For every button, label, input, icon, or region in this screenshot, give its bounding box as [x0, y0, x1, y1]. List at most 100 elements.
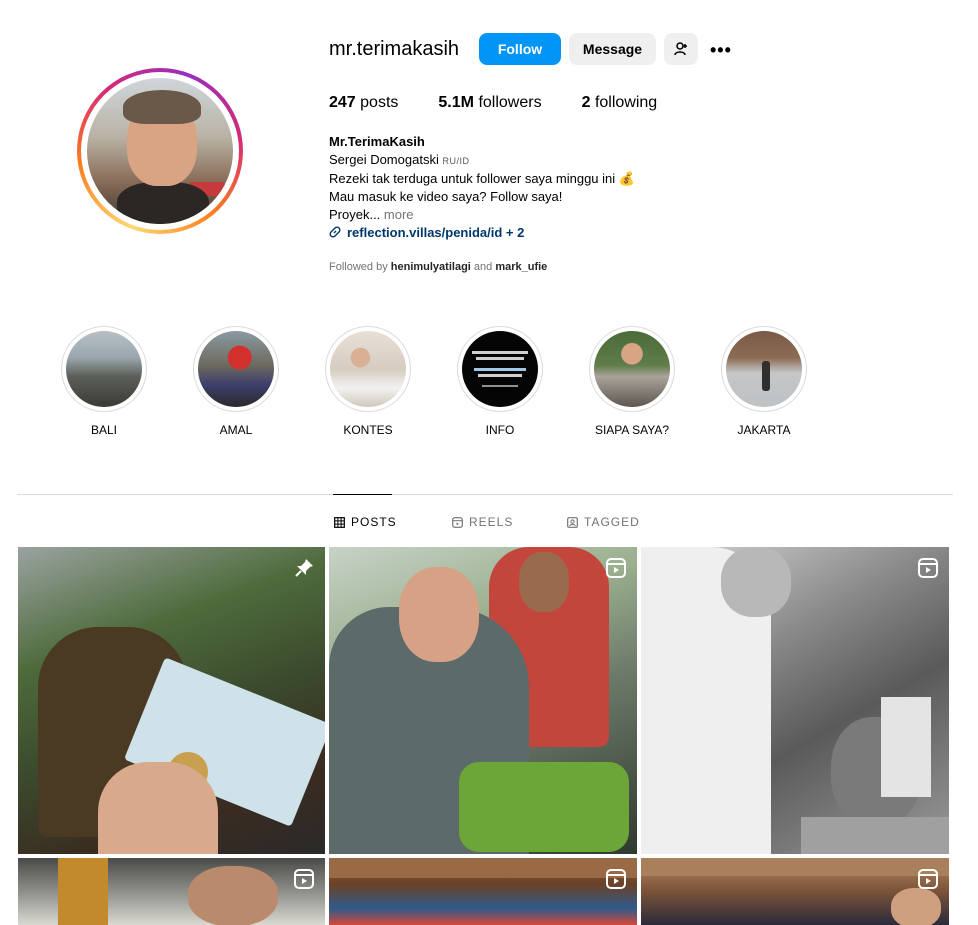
post-tile[interactable]	[329, 858, 637, 925]
highlight-ring	[61, 326, 147, 412]
highlight-cover	[198, 331, 274, 407]
bio-line-2: Rezeki tak terduga untuk follower saya m…	[329, 171, 635, 187]
highlight-info[interactable]: INFO	[457, 326, 543, 437]
cover-text-line	[474, 368, 526, 371]
active-tab-indicator	[333, 494, 392, 495]
post-tile[interactable]	[641, 547, 949, 854]
avatar-border	[81, 72, 239, 230]
highlight-label: JAKARTA	[737, 423, 791, 437]
reel-icon	[606, 869, 626, 889]
cover-text-line	[472, 351, 528, 354]
avatar-hair	[123, 90, 201, 124]
bio-line-1: Sergei Domogatski RU/ID	[329, 151, 749, 171]
cover-text-line	[478, 374, 522, 377]
more-options-icon[interactable]: •••	[710, 40, 732, 61]
tab-label: TAGGED	[584, 515, 640, 529]
followed-by-user-1: henimulyatilagi	[390, 261, 471, 273]
post-face	[721, 547, 791, 617]
highlight-label: AMAL	[219, 423, 253, 437]
highlight-jakarta[interactable]: JAKARTA	[721, 326, 807, 437]
highlight-kontes[interactable]: KONTES	[325, 326, 411, 437]
post-face	[519, 552, 569, 612]
post-roof	[641, 858, 949, 876]
profile-bio: Mr.TerimaKasih Sergei Domogatski RU/ID R…	[329, 133, 749, 241]
reel-icon	[918, 558, 938, 578]
cover-text-line	[482, 385, 518, 387]
highlight-cover	[462, 331, 538, 407]
following-count: 2	[581, 94, 591, 111]
cover-text-line	[476, 357, 524, 360]
bio-link-text: reflection.villas/penida/id + 2	[347, 224, 525, 240]
highlight-cover	[594, 331, 670, 407]
pin-icon	[295, 559, 313, 577]
followed-by-user-2: mark_ufie	[495, 261, 548, 273]
tab-reels[interactable]: REELS	[452, 515, 513, 529]
tabs-divider	[17, 494, 953, 495]
reel-icon	[606, 558, 626, 578]
followers-count: 5.1M	[438, 94, 474, 111]
tab-posts[interactable]: POSTS	[334, 515, 397, 529]
posts-label: posts	[360, 94, 399, 111]
profile-avatar[interactable]	[77, 68, 243, 234]
followed-by-prefix: Followed by	[329, 261, 388, 273]
highlight-ring	[325, 326, 411, 412]
pronouns: RU/ID	[442, 155, 470, 166]
posts-count: 247	[329, 94, 356, 111]
post-tile[interactable]	[18, 858, 325, 925]
highlight-label: KONTES	[343, 423, 393, 437]
post-tile[interactable]	[329, 547, 637, 854]
cover-person	[762, 361, 770, 391]
highlight-cover	[66, 331, 142, 407]
posts-stat[interactable]: 247 posts	[329, 94, 398, 112]
followers-label: followers	[478, 94, 542, 111]
tab-label: REELS	[469, 515, 514, 529]
add-person-icon	[674, 42, 687, 56]
following-label: following	[594, 94, 658, 111]
tab-tagged[interactable]: TAGGED	[567, 515, 640, 529]
bio-line-3: Mau masuk ke video saya? Follow saya!	[329, 189, 563, 205]
grid-icon	[334, 516, 345, 528]
suggested-users-button[interactable]	[664, 33, 698, 65]
more-link[interactable]: more	[384, 207, 414, 222]
followed-by[interactable]: Followed by henimulyatilagi and mark_ufi…	[329, 261, 547, 273]
display-name: Mr.TerimaKasih	[329, 134, 425, 149]
message-button[interactable]: Message	[569, 33, 656, 65]
highlight-cover	[330, 331, 406, 407]
followers-stat[interactable]: 5.1M followers	[438, 94, 541, 112]
bio-truncated: Proyek...	[329, 206, 381, 222]
post-face	[188, 866, 278, 925]
follow-button[interactable]: Follow	[479, 33, 561, 65]
highlight-label: BALI	[90, 423, 117, 437]
highlight-amal[interactable]: AMAL	[193, 326, 279, 437]
post-calendar	[881, 697, 931, 797]
highlight-siapa-saya[interactable]: SIAPA SAYA?	[589, 326, 675, 437]
highlight-ring	[589, 326, 675, 412]
highlight-ring	[721, 326, 807, 412]
reel-icon	[918, 869, 938, 889]
tab-label: POSTS	[351, 515, 397, 529]
highlight-ring	[457, 326, 543, 412]
link-icon	[329, 226, 341, 238]
highlight-label: INFO	[485, 423, 515, 437]
highlight-cover	[726, 331, 802, 407]
tagged-icon	[567, 516, 578, 528]
profile-stats: 247 posts 5.1M followers 2 following	[329, 94, 697, 112]
bio-link[interactable]: reflection.villas/penida/id + 2	[329, 224, 749, 242]
bio-line-4: Proyek... more	[329, 206, 749, 224]
highlight-ring	[193, 326, 279, 412]
post-green-bag	[459, 762, 629, 852]
profile-username: mr.terimakasih	[329, 38, 460, 60]
highlight-label: SIAPA SAYA?	[594, 423, 670, 437]
post-hand	[98, 762, 218, 854]
following-stat[interactable]: 2 following	[582, 94, 658, 112]
post-tile[interactable]	[18, 547, 325, 854]
reel-icon	[294, 869, 314, 889]
followed-by-joiner: and	[473, 261, 493, 273]
real-name: Sergei Domogatski	[329, 151, 439, 167]
post-figure	[58, 858, 108, 925]
avatar-scarf	[117, 182, 209, 224]
highlight-bali[interactable]: BALI	[61, 326, 147, 437]
post-roof	[329, 858, 637, 878]
post-face	[399, 567, 479, 662]
post-tile[interactable]	[641, 858, 949, 925]
